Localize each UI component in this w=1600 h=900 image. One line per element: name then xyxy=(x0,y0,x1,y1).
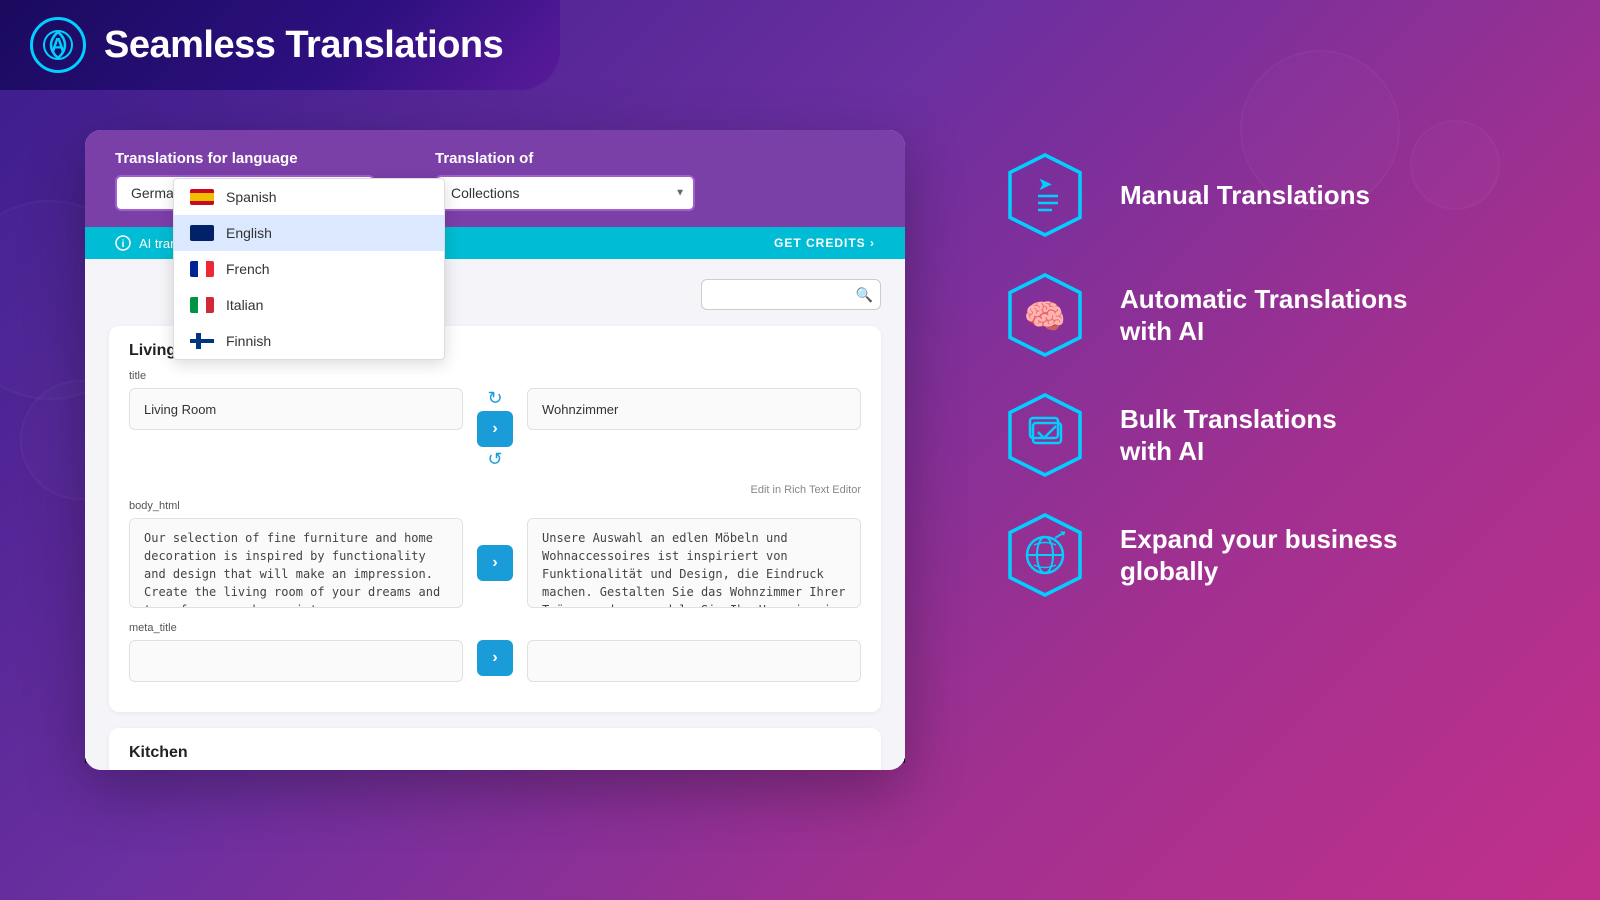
get-credits-button[interactable]: GET CREDITS › xyxy=(774,236,875,250)
manual-hex-icon: ➤ xyxy=(1000,150,1090,240)
feature-bulk-ai: Bulk Translations with AI xyxy=(1000,390,1540,480)
bulk-ai-hex-icon xyxy=(1000,390,1090,480)
translation-of-label: Translation of xyxy=(435,150,695,167)
collection-select-wrapper: Collections xyxy=(435,175,695,211)
kitchen-section: Kitchen title › Edit in Rich Text Editor… xyxy=(109,728,881,770)
sync-arrows-top-icon: ↻ xyxy=(487,388,502,409)
dropdown-label-french: French xyxy=(226,261,270,277)
feature-auto-ai: 🧠 Automatic Translations with AI xyxy=(1000,270,1540,360)
flag-spanish xyxy=(190,189,214,205)
flag-finnish xyxy=(190,333,214,349)
title-translation-row: ↻ › ↺ xyxy=(129,388,861,470)
sync-arrows-bottom-icon: ↺ xyxy=(487,449,502,470)
living-room-title-source[interactable] xyxy=(129,388,463,430)
body-translate-wrapper: › xyxy=(469,545,521,581)
svg-text:i: i xyxy=(122,239,125,250)
meta-title-translation-row: › xyxy=(129,640,861,682)
body-translation-row: Our selection of fine furniture and home… xyxy=(129,518,861,608)
flag-french xyxy=(190,261,214,277)
svg-text:➤: ➤ xyxy=(1037,174,1052,194)
expand-label: Expand your business globally xyxy=(1120,523,1397,588)
auto-ai-hex-icon: 🧠 xyxy=(1000,270,1090,360)
dropdown-item-finnish[interactable]: Finnish xyxy=(174,323,444,359)
bulk-ai-label: Bulk Translations with AI xyxy=(1120,403,1337,468)
meta-title-field-label: meta_title xyxy=(129,622,861,634)
language-dropdown: Spanish English French Italian Finnish xyxy=(173,178,445,360)
expand-hex-icon xyxy=(1000,510,1090,600)
translate-body-button[interactable]: › xyxy=(477,545,513,581)
search-input[interactable] xyxy=(701,279,881,310)
living-room-meta-source[interactable] xyxy=(129,640,463,682)
logo-icon: A xyxy=(30,17,86,73)
dropdown-label-finnish: Finnish xyxy=(226,333,271,349)
dropdown-label-italian: Italian xyxy=(226,297,263,313)
features-panel: ➤ Manual Translations 🧠 Automatic Transl… xyxy=(1000,130,1540,600)
title-field-label: title xyxy=(129,370,861,382)
collection-selector-section: Translation of Collections xyxy=(435,150,695,211)
feature-manual: ➤ Manual Translations xyxy=(1000,150,1540,240)
living-room-meta-translated[interactable] xyxy=(527,640,861,682)
dropdown-item-italian[interactable]: Italian xyxy=(174,287,444,323)
app-header: A Seamless Translations xyxy=(0,0,560,90)
app-title: Seamless Translations xyxy=(104,24,503,67)
feature-expand: Expand your business globally xyxy=(1000,510,1540,600)
info-icon: i xyxy=(115,235,131,251)
flag-english xyxy=(190,225,214,241)
translate-title-button[interactable]: › xyxy=(477,411,513,447)
living-room-body-translated[interactable]: Unsere Auswahl an edlen Möbeln und Wohna… xyxy=(527,518,861,608)
translate-meta-button[interactable]: › xyxy=(477,640,513,676)
dropdown-label-english: English xyxy=(226,225,272,241)
meta-translate-wrapper: › xyxy=(469,640,521,676)
search-icon[interactable]: 🔍 xyxy=(856,286,873,303)
living-room-section: Living Room title ↻ › ↺ Edit in Rich Tex… xyxy=(109,326,881,712)
search-wrap: 🔍 xyxy=(701,279,881,310)
dropdown-label-spanish: Spanish xyxy=(226,189,277,205)
body-field-label: body_html xyxy=(129,500,861,512)
title-translate-wrapper: ↻ › ↺ xyxy=(469,388,521,470)
manual-translations-label: Manual Translations xyxy=(1120,179,1370,212)
dropdown-item-english[interactable]: English xyxy=(174,215,444,251)
translation-for-label: Translations for language xyxy=(115,150,375,167)
kitchen-title: Kitchen xyxy=(129,744,861,762)
living-room-body-source[interactable]: Our selection of fine furniture and home… xyxy=(129,518,463,608)
body-edit-link[interactable]: Edit in Rich Text Editor xyxy=(129,484,861,496)
dropdown-item-french[interactable]: French xyxy=(174,251,444,287)
collection-select[interactable]: Collections xyxy=(435,175,695,211)
dropdown-item-spanish[interactable]: Spanish xyxy=(174,179,444,215)
auto-ai-label: Automatic Translations with AI xyxy=(1120,283,1408,348)
flag-italian xyxy=(190,297,214,313)
svg-text:🧠: 🧠 xyxy=(1024,298,1066,336)
living-room-title-translated[interactable] xyxy=(527,388,861,430)
